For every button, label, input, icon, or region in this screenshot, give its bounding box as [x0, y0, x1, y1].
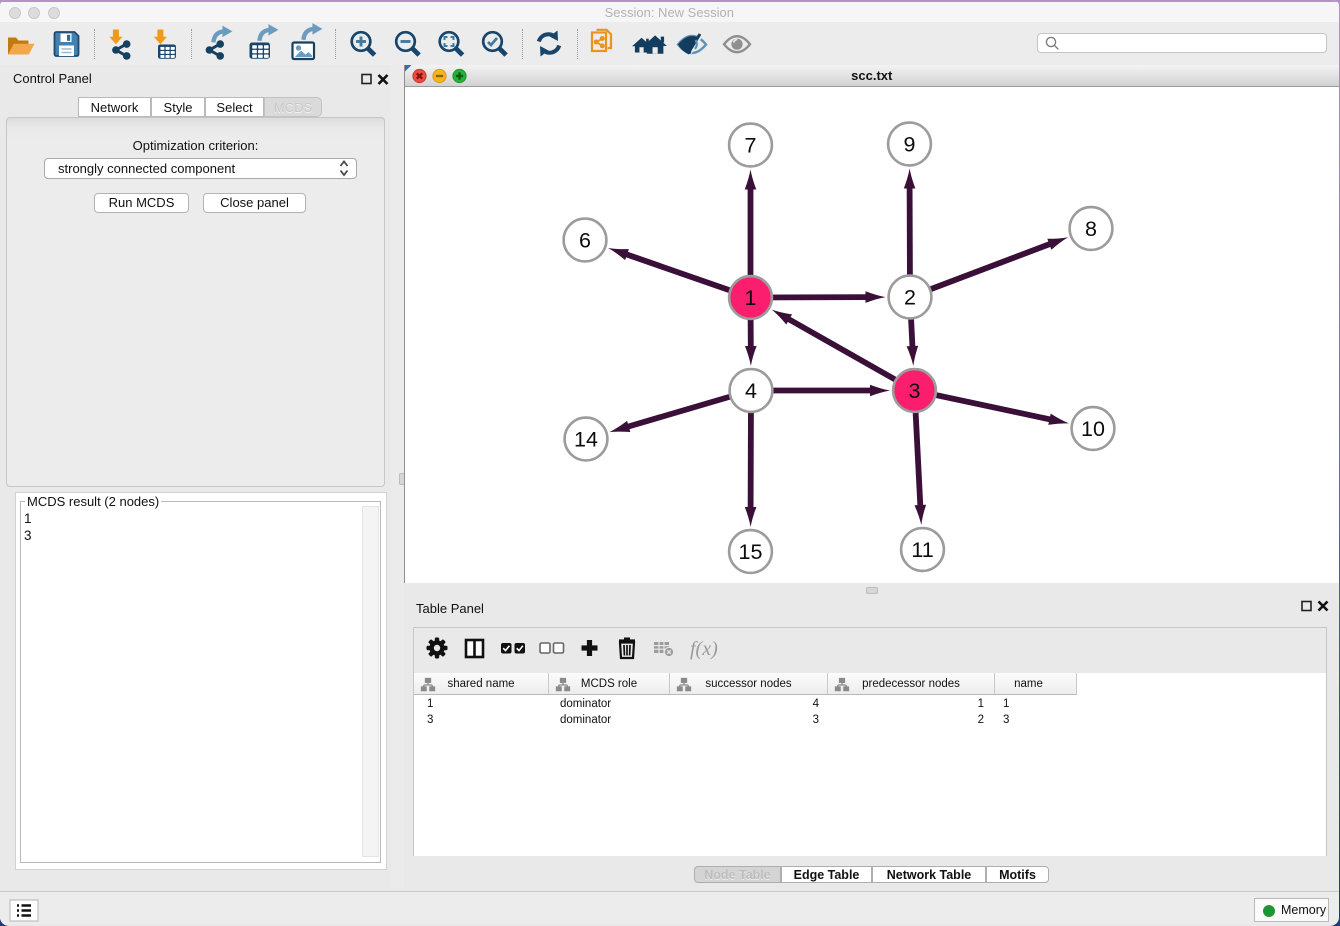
- svg-text:7: 7: [745, 134, 757, 158]
- svg-text:4: 4: [745, 379, 757, 403]
- svg-text:8: 8: [1085, 217, 1097, 241]
- svg-text:f(x): f(x): [690, 638, 718, 660]
- svg-text:9: 9: [904, 133, 916, 157]
- svg-text:1: 1: [745, 286, 757, 310]
- svg-text:2: 2: [904, 286, 916, 310]
- svg-text:11: 11: [911, 538, 933, 562]
- svg-text:14: 14: [574, 428, 598, 452]
- svg-text:6: 6: [579, 229, 591, 253]
- svg-text:10: 10: [1081, 417, 1105, 441]
- svg-text:3: 3: [909, 379, 921, 403]
- svg-text:15: 15: [739, 540, 763, 564]
